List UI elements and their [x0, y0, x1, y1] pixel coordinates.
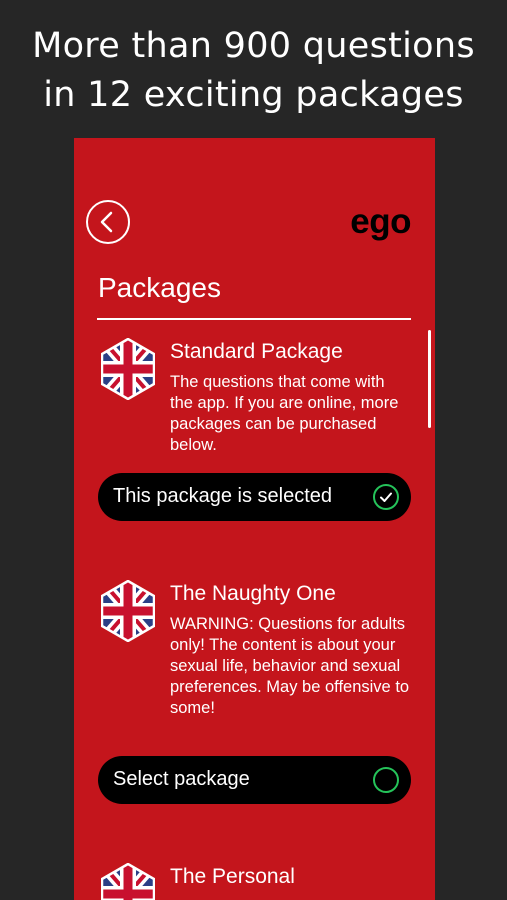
app-logo: ego: [350, 202, 411, 241]
app-screen: ego Packages Standard Package The questi…: [74, 138, 435, 900]
package-description: The questions that come with the app. If…: [170, 373, 399, 454]
package-description: WARNING: Questions for adults only! The …: [170, 615, 410, 717]
uk-flag-hexagon-icon: [101, 338, 155, 400]
promo-headline: More than 900 questions in 12 exciting p…: [0, 22, 507, 120]
select-package-button[interactable]: Select package: [98, 756, 411, 804]
title-divider: [97, 318, 411, 320]
uk-flag-hexagon-icon: [101, 580, 155, 642]
empty-circle-icon: [373, 767, 399, 793]
scrollbar[interactable]: [428, 330, 431, 428]
package-selected-button[interactable]: This package is selected: [98, 473, 411, 521]
page-title: Packages: [98, 272, 221, 303]
package-button-label: This package is selected: [113, 485, 333, 507]
package-button-label: Select package: [113, 768, 250, 790]
check-circle-icon: [373, 484, 399, 510]
uk-flag-hexagon-icon: [101, 863, 155, 900]
headline-line-2: in 12 exciting packages: [43, 75, 464, 115]
package-name: Standard Package: [170, 340, 343, 363]
package-name: The Naughty One: [170, 582, 336, 605]
back-button[interactable]: [86, 200, 130, 244]
package-name: The Personal: [170, 865, 295, 888]
chevron-left-icon: [100, 211, 113, 233]
headline-line-1: More than 900 questions: [32, 26, 475, 66]
